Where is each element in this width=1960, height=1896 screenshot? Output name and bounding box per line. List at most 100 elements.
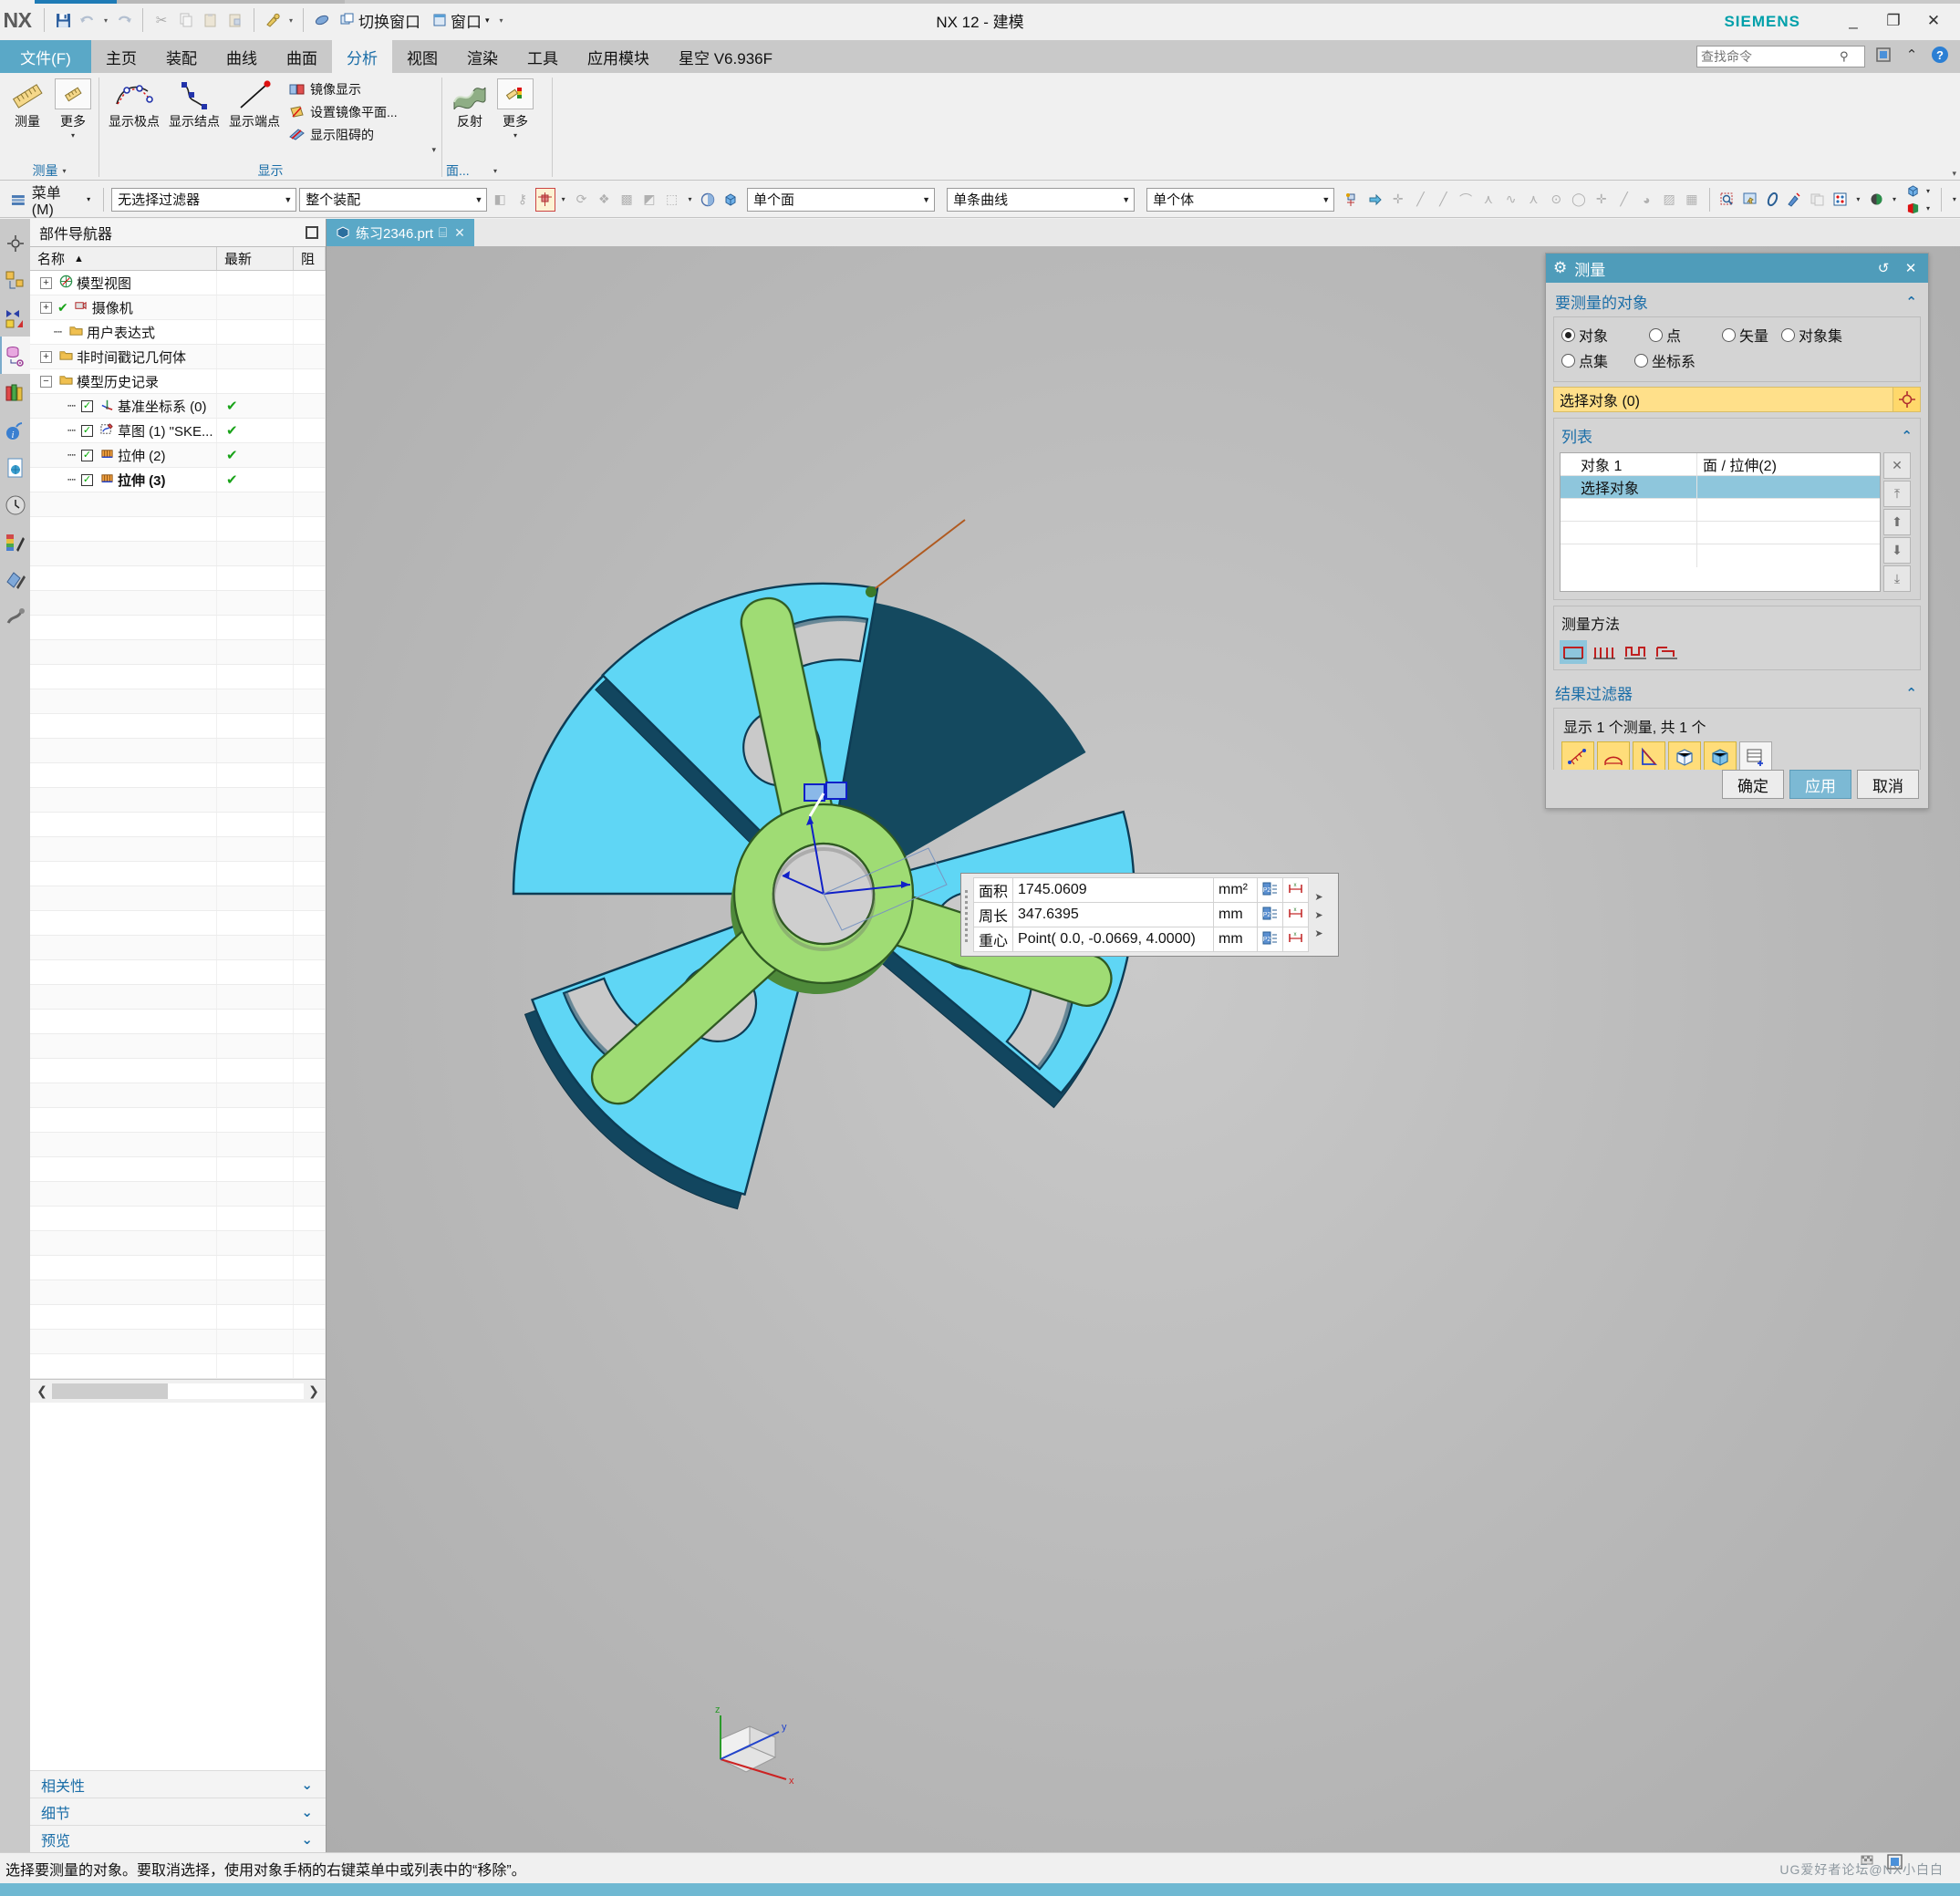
table-row-empty[interactable] — [30, 665, 326, 689]
show-poles-button[interactable]: 显示极点 — [105, 77, 163, 132]
table-row[interactable]: − 模型历史记录 — [30, 369, 326, 394]
table-row-empty[interactable] — [30, 886, 326, 911]
view-section-icon[interactable] — [1903, 200, 1923, 216]
tree-expander[interactable]: + — [40, 276, 52, 289]
radio-point[interactable]: 点 — [1649, 324, 1718, 346]
remove-item-button[interactable]: ✕ — [1883, 452, 1911, 479]
search-icon[interactable]: ⚲ — [1840, 49, 1849, 64]
point-label-icon[interactable]: P2 — [1257, 877, 1283, 903]
main-menu-arrow-icon[interactable]: ▾ — [87, 195, 90, 203]
feature-checkbox[interactable]: ✓ — [81, 399, 93, 412]
reflection-button[interactable]: 反射 — [448, 77, 492, 132]
snap-intersection-icon[interactable]: ⌒ — [1456, 188, 1476, 212]
render-dropdown-icon[interactable]: ▾ — [1889, 188, 1900, 212]
select-mesh-icon[interactable]: ▩ — [617, 188, 637, 212]
close-button[interactable]: ✕ — [1914, 7, 1953, 35]
table-row-empty[interactable] — [30, 689, 326, 714]
tab-render[interactable]: 渲染 — [452, 40, 513, 73]
snap-circle-icon[interactable]: ◯ — [1569, 188, 1589, 212]
measure-more-dropdown-icon[interactable]: ▾ — [71, 131, 75, 140]
snap-filter-icon[interactable] — [1343, 188, 1363, 212]
table-row-empty[interactable] — [30, 936, 326, 960]
column-header-name[interactable]: 名称 ▲ — [30, 247, 217, 270]
paste-special-icon[interactable] — [223, 7, 247, 33]
table-row-empty[interactable] — [30, 1354, 326, 1379]
list-item-selected[interactable]: 选择对象 — [1561, 476, 1880, 499]
table-row[interactable]: + 非时间戳记几何体 — [30, 345, 326, 369]
point-label-icon-3[interactable]: P2 — [1257, 927, 1283, 952]
rail-assembly-navigator[interactable] — [0, 224, 30, 262]
view-orient-icon[interactable] — [1903, 182, 1923, 199]
dialog-close-icon[interactable]: ✕ — [1901, 260, 1921, 276]
feature-checkbox[interactable]: ✓ — [81, 424, 93, 437]
radio-point-set[interactable]: 点集 — [1561, 349, 1631, 371]
maximize-button[interactable]: ❐ — [1874, 7, 1913, 35]
select-body2-icon[interactable]: ◩ — [639, 188, 659, 212]
table-row-empty[interactable] — [30, 1034, 326, 1059]
tab-view[interactable]: 视图 — [392, 40, 452, 73]
preview-section[interactable]: 预览 ⌄ — [30, 1825, 326, 1852]
cut-icon[interactable]: ✂ — [150, 7, 173, 33]
radio-csys[interactable]: 坐标系 — [1634, 349, 1696, 371]
method-parallel-icon[interactable] — [1591, 640, 1618, 664]
table-row-empty[interactable] — [30, 1083, 326, 1108]
view-orient-dropdown-icon[interactable]: ▾ — [1923, 182, 1934, 199]
list-item-empty-2[interactable] — [1561, 522, 1880, 544]
grid-dropdown-icon[interactable]: ▾ — [1852, 188, 1863, 212]
table-row[interactable]: + 模型视图 — [30, 271, 326, 295]
tab-curve[interactable]: 曲线 — [212, 40, 272, 73]
dependency-section[interactable]: 相关性 ⌄ — [30, 1770, 326, 1798]
measure-dialog-title-bar[interactable]: ⚙ 测量 ↺ ✕ — [1546, 254, 1928, 283]
snap-tangent-icon[interactable]: ⋏ — [1524, 188, 1544, 212]
table-row-empty[interactable] — [30, 813, 326, 837]
list-chevron-up-icon[interactable]: ⌃ — [1901, 428, 1913, 444]
table-row-empty[interactable] — [30, 1280, 326, 1305]
method-chain-icon[interactable] — [1622, 640, 1649, 664]
table-row-empty[interactable] — [30, 566, 326, 591]
table-row-empty[interactable] — [30, 1231, 326, 1256]
table-row-empty[interactable] — [30, 591, 326, 616]
details-section[interactable]: 细节 ⌄ — [30, 1798, 326, 1825]
tab-assembly[interactable]: 装配 — [151, 40, 212, 73]
result-filter-chevron-up-icon[interactable]: ⌃ — [1905, 685, 1917, 701]
save-icon[interactable] — [51, 7, 75, 33]
pan-icon[interactable] — [1740, 188, 1760, 212]
minimize-button[interactable]: _ — [1834, 7, 1872, 35]
move-to-top-button[interactable]: ⤒ — [1883, 481, 1911, 507]
measure-more-button[interactable]: 更多 ▾ — [51, 77, 95, 141]
snap-quadrant-icon[interactable]: ∿ — [1501, 188, 1521, 212]
table-row-empty[interactable] — [30, 911, 326, 936]
snap-arc-center-icon[interactable]: ⋏ — [1478, 188, 1499, 212]
table-row-empty[interactable] — [30, 960, 326, 985]
set-mirror-plane-item[interactable]: 设置镜像平面... — [285, 102, 401, 122]
undo-dropdown-icon[interactable]: ▾ — [100, 7, 111, 33]
hscroll-left-icon[interactable]: ❮ — [32, 1382, 52, 1402]
show-knots-button[interactable]: 显示结点 — [165, 77, 223, 132]
table-row-empty[interactable] — [30, 837, 326, 862]
snap-endpoint-icon[interactable]: ╱ — [1411, 188, 1431, 212]
rail-constraint-icon[interactable] — [0, 299, 30, 337]
rail-history[interactable] — [0, 486, 30, 523]
result-arrow-3-icon[interactable]: ➤ — [1314, 927, 1322, 939]
snap-plus-icon[interactable]: ✛ — [1592, 188, 1612, 212]
select-component-icon[interactable]: ⟳ — [572, 188, 592, 212]
table-row-empty[interactable] — [30, 1182, 326, 1207]
table-row-empty[interactable] — [30, 640, 326, 665]
table-row-empty[interactable] — [30, 492, 326, 517]
filter-volume-icon[interactable] — [1668, 741, 1701, 770]
restore-icon[interactable] — [306, 226, 318, 239]
table-row-empty[interactable] — [30, 739, 326, 763]
rail-assembly-icon[interactable] — [0, 262, 30, 299]
select-general-icon[interactable]: ◧ — [490, 188, 510, 212]
move-up-button[interactable]: ⬆ — [1883, 509, 1911, 535]
tab-applications[interactable]: 应用模块 — [573, 40, 664, 73]
snap-midpoint-icon[interactable]: ╱ — [1433, 188, 1453, 212]
body-rule-arrow-icon[interactable]: ▼ — [1322, 195, 1330, 204]
table-row[interactable]: ┈ ✓ 拉伸 (2) ✔ — [30, 443, 326, 468]
result-arrow-1-icon[interactable]: ➤ — [1314, 891, 1322, 903]
rail-system-visual[interactable] — [0, 598, 30, 636]
radio-vector[interactable]: 矢量 — [1722, 324, 1768, 346]
table-row[interactable]: + ✔ 摄像机 — [30, 295, 326, 320]
list-item-empty-1[interactable] — [1561, 499, 1880, 522]
table-row[interactable]: ┈ 用户表达式 — [30, 320, 326, 345]
